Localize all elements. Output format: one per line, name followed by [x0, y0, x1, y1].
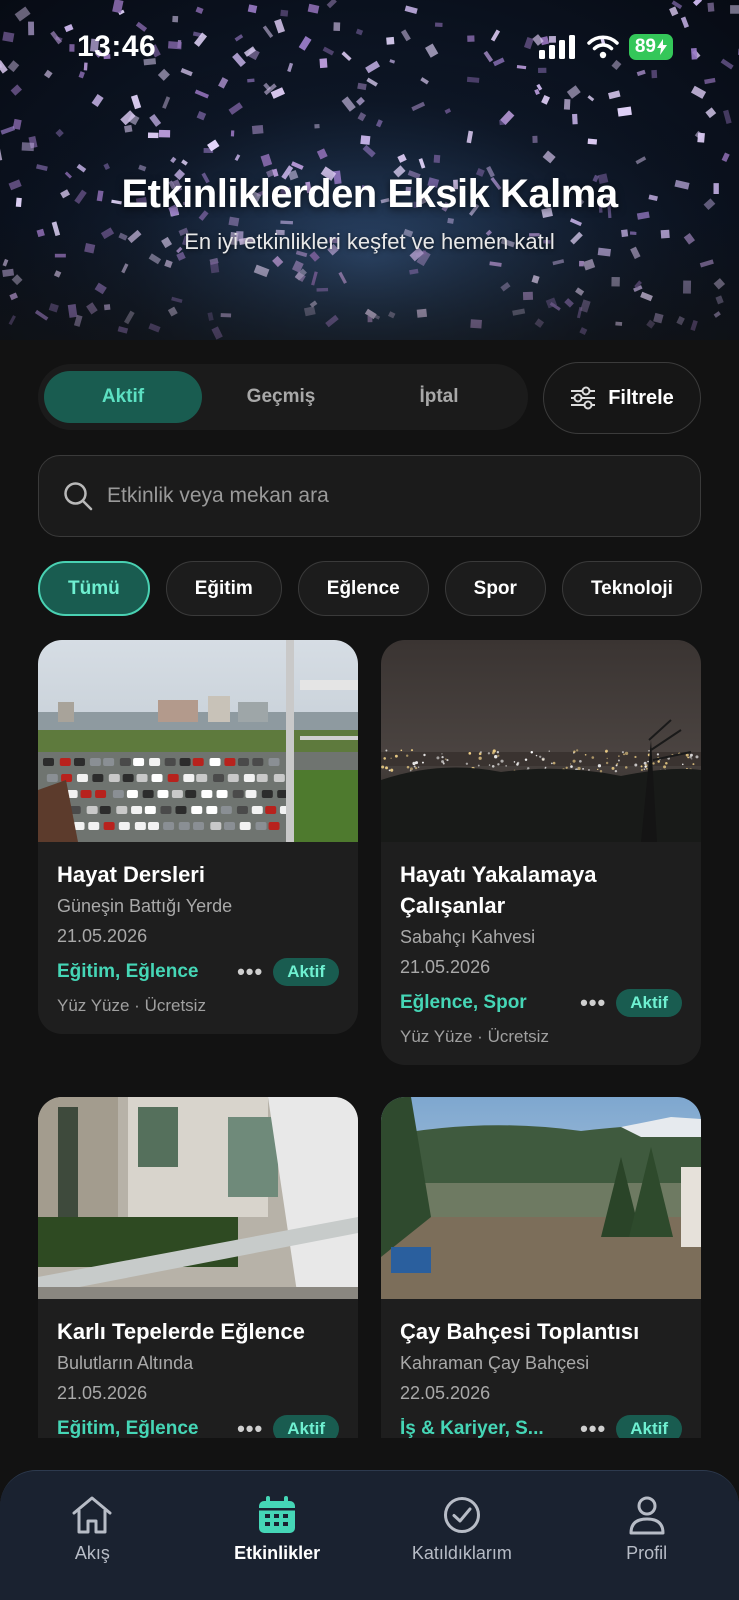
chip-eglence[interactable]: Eğlence	[297, 561, 429, 616]
bottom-tab-bar: Akış Etkinlikler Katıldıklarım Profil	[0, 1470, 739, 1600]
event-venue: Güneşin Battığı Yerde	[57, 896, 233, 916]
event-title: Karlı Tepelerde Eğlence	[57, 1319, 305, 1344]
segment-aktif[interactable]: Aktif	[44, 371, 202, 423]
hero-banner: 13:46 89 Etkinliklerden Eksik Kalma En i…	[0, 0, 739, 340]
home-icon	[72, 1496, 112, 1534]
event-title: Hayatı Yakalamaya Çalışanlar	[400, 862, 597, 918]
cellular-signal-icon	[538, 35, 575, 59]
event-date: 21.05.2026	[400, 957, 491, 977]
event-card[interactable]: Hayatı Yakalamaya Çalışanlar Sabahçı Kah…	[381, 640, 701, 1065]
charging-bolt-icon	[657, 39, 667, 55]
segment-gecmis[interactable]: Geçmiş	[202, 371, 360, 423]
battery-indicator: 89	[628, 34, 673, 60]
event-categories: Eğitim, Eğlence	[57, 1418, 199, 1438]
sliders-icon	[571, 386, 596, 410]
status-badge: Aktif	[616, 989, 682, 1017]
status-segmented-control: Aktif Geçmiş İptal	[38, 364, 528, 430]
event-photo	[38, 640, 358, 842]
event-date: 21.05.2026	[57, 1383, 148, 1403]
event-grid: Hayat Dersleri Güneşin Battığı Yerde 21.…	[0, 638, 739, 1438]
event-date: 22.05.2026	[400, 1383, 491, 1403]
status-icons: 89	[538, 34, 673, 60]
calendar-icon	[259, 1496, 296, 1533]
event-venue: Bulutların Altında	[57, 1353, 194, 1373]
event-photo	[38, 1097, 358, 1299]
segment-iptal[interactable]: İptal	[360, 371, 518, 423]
event-card[interactable]: Karlı Tepelerde Eğlence Bulutların Altın…	[38, 1097, 358, 1438]
event-card[interactable]: Hayat Dersleri Güneşin Battığı Yerde 21.…	[38, 640, 358, 1034]
hero-subtitle: En iyi etkinlikleri keşfet ve hemen katı…	[184, 229, 555, 254]
status-time: 13:46	[77, 30, 157, 63]
tab-akis[interactable]: Akış	[7, 1495, 177, 1600]
more-options-icon[interactable]: •••	[580, 1416, 606, 1438]
status-badge: Aktif	[273, 1415, 339, 1438]
event-categories: Eğlence, Spor	[400, 992, 527, 1013]
tab-etkinlikler[interactable]: Etkinlikler	[192, 1495, 362, 1600]
chip-egitim[interactable]: Eğitim	[165, 561, 282, 616]
event-categories: İş & Kariyer, S...	[400, 1418, 544, 1438]
filter-label: Filtrele	[608, 386, 674, 409]
event-card[interactable]: Çay Bahçesi Toplantısı Kahraman Çay Bahç…	[381, 1097, 701, 1438]
tab-label: Etkinlikler	[234, 1543, 321, 1563]
event-title: Hayat Dersleri	[57, 862, 205, 887]
search-bar[interactable]	[38, 455, 701, 537]
check-circle-icon	[443, 1497, 480, 1533]
tab-label: Akış	[74, 1543, 110, 1563]
more-options-icon[interactable]: •••	[580, 990, 606, 1016]
more-options-icon[interactable]: •••	[237, 1416, 263, 1438]
event-categories: Eğitim, Eğlence	[57, 961, 199, 982]
event-meta: Yüz Yüze · Ücretsiz	[400, 1027, 549, 1046]
event-date: 21.05.2026	[57, 926, 148, 946]
event-venue: Sabahçı Kahvesi	[400, 927, 536, 947]
tab-profil[interactable]: Profil	[562, 1495, 732, 1600]
category-chips: Tümü Eğitim Eğlence Spor Teknoloji	[38, 561, 739, 617]
search-icon	[64, 482, 93, 511]
wifi-icon	[587, 35, 619, 59]
tab-katildiklarim[interactable]: Katıldıklarım	[377, 1495, 547, 1600]
status-badge: Aktif	[273, 958, 339, 986]
event-photo	[381, 1097, 701, 1299]
tab-label: Katıldıklarım	[411, 1543, 512, 1563]
person-icon	[629, 1496, 665, 1535]
more-options-icon[interactable]: •••	[237, 959, 263, 985]
event-photo	[381, 640, 701, 842]
event-title: Çay Bahçesi Toplantısı	[400, 1319, 640, 1344]
event-venue: Kahraman Çay Bahçesi	[400, 1353, 590, 1373]
filter-button[interactable]: Filtrele	[543, 362, 701, 434]
status-badge: Aktif	[616, 1415, 682, 1438]
hero-title: Etkinliklerden Eksik Kalma	[121, 172, 618, 216]
search-input[interactable]	[107, 484, 667, 508]
chip-spor[interactable]: Spor	[444, 561, 546, 616]
chip-teknoloji[interactable]: Teknoloji	[561, 561, 702, 616]
tab-label: Profil	[626, 1543, 668, 1563]
event-meta: Yüz Yüze · Ücretsiz	[57, 996, 206, 1015]
chip-tumu[interactable]: Tümü	[38, 561, 150, 616]
